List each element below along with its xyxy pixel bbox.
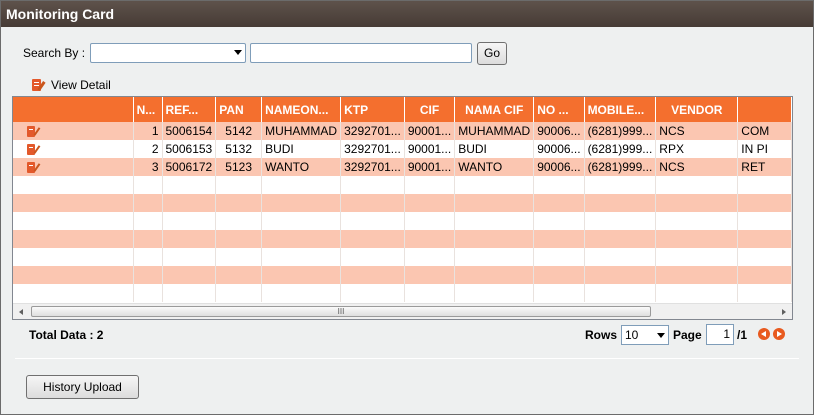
- edit-document-icon[interactable]: [27, 143, 41, 156]
- history-upload-button[interactable]: History Upload: [26, 375, 139, 399]
- data-grid: N... REF... PAN NAMEON... KTP CIF NAMA C…: [12, 96, 793, 320]
- cell-nama-cif: BUDI: [454, 140, 535, 158]
- view-detail-label: View Detail: [51, 78, 111, 92]
- page-number-input[interactable]: 1: [706, 324, 734, 345]
- go-button[interactable]: Go: [477, 42, 507, 65]
- scroll-left-icon[interactable]: [19, 309, 23, 315]
- cell-cif: 90001...: [404, 122, 456, 140]
- empty-row: [13, 266, 792, 284]
- cell-ktp: 3292701...: [340, 158, 405, 176]
- column-header-no-x[interactable]: NO ...: [533, 97, 585, 122]
- page-total-label: /1: [737, 328, 748, 342]
- edit-document-icon: [31, 78, 47, 92]
- chevron-down-icon: [234, 50, 242, 55]
- divider: [15, 358, 799, 359]
- cell-no: 2: [133, 140, 163, 158]
- cell-status: RET: [737, 158, 792, 176]
- vertical-scrollbar[interactable]: [792, 97, 793, 303]
- column-header-action[interactable]: [13, 97, 134, 122]
- cell-vendor: NCS: [655, 122, 739, 140]
- cell-ktp: 3292701...: [340, 140, 405, 158]
- empty-row: [13, 212, 792, 230]
- row-action-cell: [13, 122, 134, 140]
- cell-ktp: 3292701...: [340, 122, 405, 140]
- cell-pan: 5123: [215, 158, 263, 176]
- cell-mobile: (6281)999...: [584, 140, 657, 158]
- cell-status: IN PI: [737, 140, 792, 158]
- table-row[interactable]: 3 5006172 5123 WANTO 3292701... 90001...…: [13, 158, 792, 176]
- cell-no-x: 90006...: [533, 122, 585, 140]
- rows-per-page-value: 10: [625, 328, 639, 342]
- empty-row: [13, 284, 792, 302]
- data-table: N... REF... PAN NAMEON... KTP CIF NAMA C…: [13, 97, 792, 302]
- cell-nameon: MUHAMMAD: [261, 122, 342, 140]
- empty-row: [13, 248, 792, 266]
- cell-vendor: NCS: [655, 158, 739, 176]
- column-header-pan[interactable]: PAN: [215, 97, 263, 122]
- scroll-right-icon[interactable]: [782, 309, 786, 315]
- search-input[interactable]: [250, 43, 472, 63]
- edit-document-icon[interactable]: [27, 161, 41, 174]
- column-header-nameon[interactable]: NAMEON...: [261, 97, 342, 122]
- cell-nama-cif: WANTO: [454, 158, 535, 176]
- empty-row: [13, 194, 792, 212]
- cell-cif: 90001...: [404, 140, 456, 158]
- cell-vendor: RPX: [655, 140, 739, 158]
- empty-row: [13, 230, 792, 248]
- column-header-ktp[interactable]: KTP: [340, 97, 405, 122]
- page-label: Page: [673, 328, 702, 342]
- table-row[interactable]: 2 5006153 5132 BUDI 3292701... 90001... …: [13, 140, 792, 158]
- next-page-icon[interactable]: [773, 328, 785, 340]
- cell-no: 3: [133, 158, 163, 176]
- column-header-nama-cif[interactable]: NAMA CIF: [454, 97, 535, 122]
- column-header-status[interactable]: [737, 97, 792, 122]
- table-row[interactable]: 1 5006154 5142 MUHAMMAD 3292701... 90001…: [13, 122, 792, 140]
- search-by-label: Search By :: [23, 46, 86, 60]
- edit-document-icon[interactable]: [27, 125, 41, 138]
- cell-nama-cif: MUHAMMAD: [454, 122, 535, 140]
- cell-ref: 5006154: [162, 122, 217, 140]
- horizontal-scroll-thumb[interactable]: III: [31, 306, 651, 317]
- column-header-no[interactable]: N...: [133, 97, 163, 122]
- column-header-vendor[interactable]: VENDOR: [655, 97, 739, 122]
- horizontal-scrollbar[interactable]: III: [13, 303, 792, 319]
- cell-no: 1: [133, 122, 163, 140]
- cell-no-x: 90006...: [533, 158, 585, 176]
- rows-label: Rows: [585, 328, 618, 342]
- cell-cif: 90001...: [404, 158, 456, 176]
- cell-nameon: BUDI: [261, 140, 342, 158]
- column-header-ref[interactable]: REF...: [162, 97, 217, 122]
- cell-pan: 5132: [215, 140, 263, 158]
- search-by-dropdown[interactable]: [90, 43, 246, 63]
- window-title: Monitoring Card: [1, 1, 813, 27]
- cell-pan: 5142: [215, 122, 263, 140]
- cell-ref: 5006172: [162, 158, 217, 176]
- column-header-mobile[interactable]: MOBILE...: [584, 97, 657, 122]
- cell-nameon: WANTO: [261, 158, 342, 176]
- cell-no-x: 90006...: [533, 140, 585, 158]
- table-header-row: N... REF... PAN NAMEON... KTP CIF NAMA C…: [13, 97, 792, 122]
- cell-mobile: (6281)999...: [584, 122, 657, 140]
- cell-status: COM: [737, 122, 792, 140]
- view-detail-button[interactable]: View Detail: [31, 76, 111, 94]
- column-header-cif[interactable]: CIF: [404, 97, 456, 122]
- monitoring-card-window: Monitoring Card Search By : Go View Deta…: [0, 0, 814, 415]
- rows-per-page-select[interactable]: 10: [621, 325, 669, 345]
- empty-row: [13, 176, 792, 194]
- cell-mobile: (6281)999...: [584, 158, 657, 176]
- row-action-cell: [13, 158, 134, 176]
- total-data-label: Total Data : 2: [29, 328, 104, 342]
- row-action-cell: [13, 140, 134, 158]
- cell-ref: 5006153: [162, 140, 217, 158]
- scrollbar-corner: [792, 303, 793, 319]
- chevron-down-icon: [657, 333, 665, 338]
- previous-page-icon[interactable]: [758, 328, 770, 340]
